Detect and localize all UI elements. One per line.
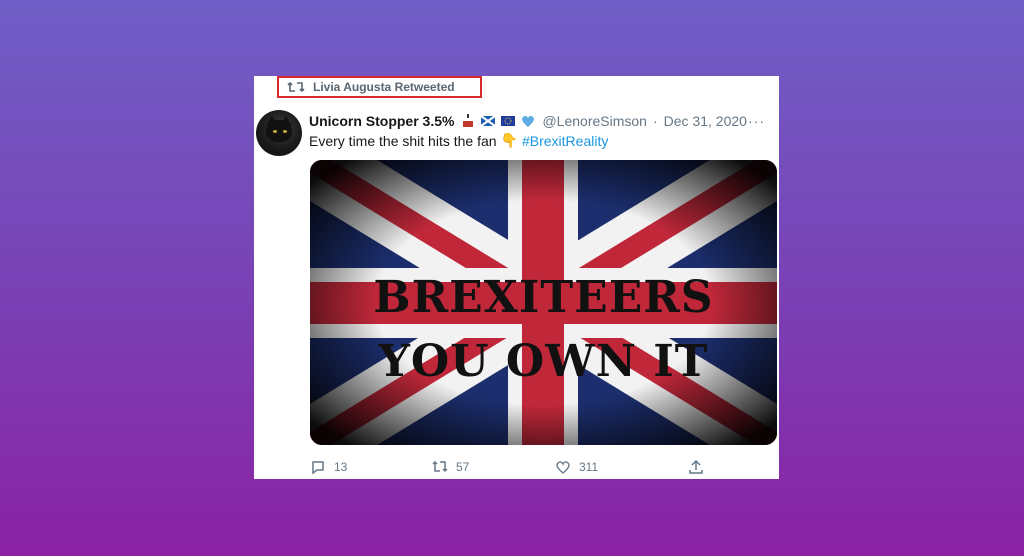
retweeted-by-banner[interactable]: Livia Augusta Retweeted — [277, 76, 482, 98]
separator-dot: · — [652, 113, 658, 129]
blue-heart-icon — [522, 115, 535, 127]
handle[interactable]: @LenoreSimson — [542, 113, 647, 129]
heart-icon — [556, 461, 570, 474]
retweet-button[interactable]: 57 — [432, 459, 555, 475]
like-count: 311 — [579, 460, 599, 474]
scotland-flag-icon — [480, 115, 497, 127]
reply-button[interactable]: 13 — [310, 459, 432, 475]
image-text-line-1: BREXITEERS — [373, 272, 714, 323]
retweet-count: 57 — [456, 460, 470, 474]
retweeted-by-label[interactable]: Livia Augusta Retweeted — [313, 80, 455, 94]
reply-icon — [312, 461, 324, 475]
more-options-icon[interactable]: ··· — [748, 113, 765, 129]
share-icon — [689, 459, 703, 474]
reply-count: 13 — [334, 460, 348, 474]
eu-flag-icon — [501, 116, 516, 126]
tweet-date[interactable]: Dec 31, 2020 — [664, 113, 747, 129]
like-button[interactable]: 311 — [555, 459, 688, 475]
tweet-text: Every time the shit hits the fan 👇 #Brex… — [309, 132, 608, 149]
retweet-icon — [287, 80, 305, 94]
pointing-down-icon: 👇 — [500, 132, 518, 148]
tweet-header: Unicorn Stopper 3.5% @LenoreSimson · Dec… — [309, 111, 765, 131]
display-name[interactable]: Unicorn Stopper 3.5% — [309, 113, 454, 129]
tweet-text-body: Every time the shit hits the fan — [309, 132, 497, 149]
image-text-line-2: YOU OWN IT — [378, 336, 709, 387]
tweet-image[interactable]: BREXITEERS YOU OWN IT — [310, 160, 777, 445]
name-emojis — [460, 113, 536, 129]
retweet-icon — [432, 460, 448, 473]
unicorn-flag-icon — [463, 114, 474, 127]
hashtag-link[interactable]: #BrexitReality — [522, 133, 608, 149]
share-button[interactable] — [688, 459, 704, 475]
tweet-actions: 13 57 311 — [310, 458, 770, 476]
avatar[interactable] — [256, 110, 302, 156]
tweet-card[interactable]: Livia Augusta Retweeted Unicorn Stopper … — [254, 76, 779, 479]
